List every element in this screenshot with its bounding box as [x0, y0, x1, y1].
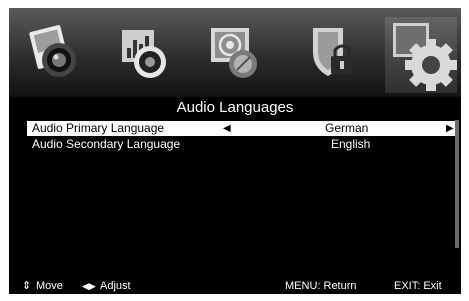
- audio-secondary-language-row[interactable]: Audio Secondary Language English: [27, 137, 455, 152]
- up-down-arrows-icon: ⇕: [22, 280, 32, 292]
- tv-osd-screen: Audio Languages Audio Primary Language ◀…: [9, 8, 461, 294]
- sound-icon[interactable]: [118, 22, 174, 82]
- setting-value: German: [325, 121, 369, 135]
- channel-icon[interactable]: [207, 22, 263, 82]
- adjust-hint: Adjust: [100, 280, 131, 292]
- setup-icon[interactable]: [381, 13, 459, 95]
- return-hint: MENU: Return: [285, 280, 357, 292]
- picture-icon[interactable]: [27, 22, 83, 82]
- lock-icon[interactable]: [305, 22, 361, 82]
- scrollbar[interactable]: [455, 120, 459, 248]
- audio-primary-language-row[interactable]: Audio Primary Language ◀ German ▶: [27, 121, 455, 136]
- setting-value: English: [331, 137, 371, 151]
- exit-hint: EXIT: Exit: [394, 280, 442, 292]
- setting-label: Audio Primary Language: [32, 121, 165, 135]
- move-hint: Move: [36, 280, 63, 292]
- left-right-arrows-icon: ◀▶: [82, 281, 96, 291]
- menu-title: Audio Languages: [176, 99, 294, 116]
- arrow-right-icon[interactable]: ▶: [446, 121, 454, 136]
- key-hint-bar: ⇕ Move ◀▶ Adjust MENU: Return EXIT: Exit: [9, 278, 461, 294]
- arrow-left-icon[interactable]: ◀: [223, 121, 231, 136]
- menu-tab-bar: [9, 8, 461, 97]
- setting-label: Audio Secondary Language: [32, 137, 181, 151]
